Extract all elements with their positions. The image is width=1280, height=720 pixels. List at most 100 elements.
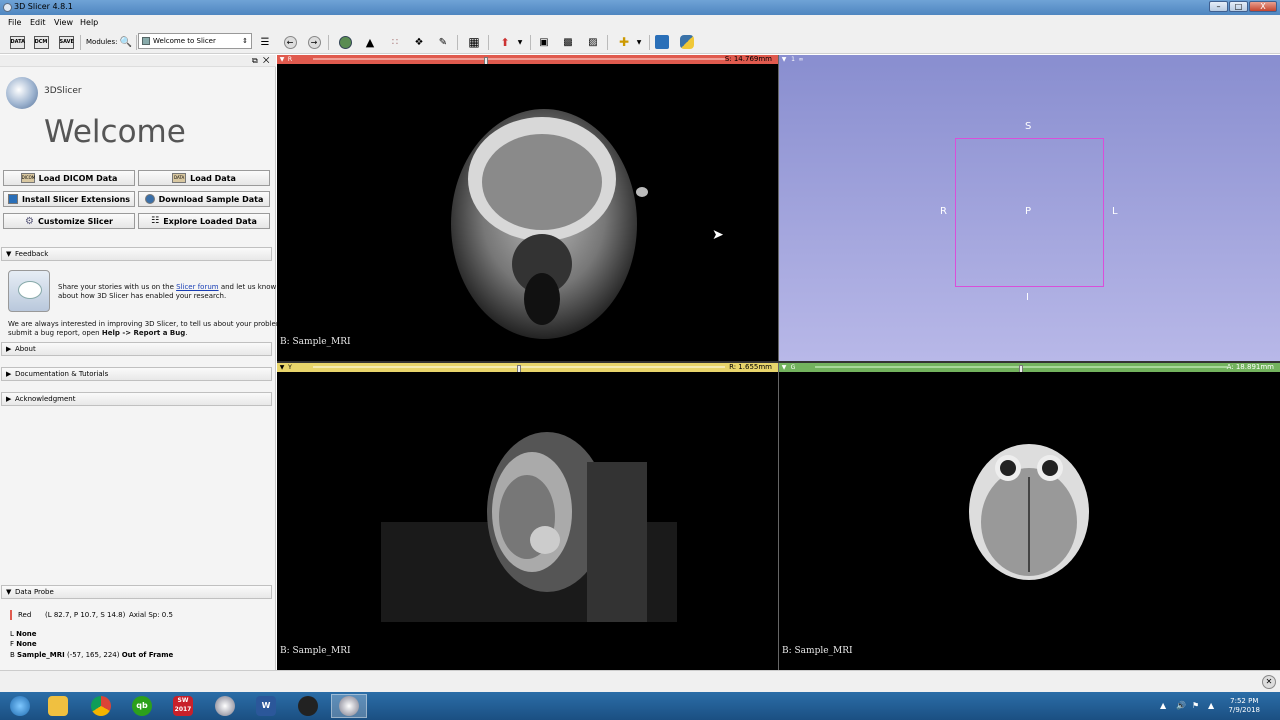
probe-layer-b: B Sample_MRI (-57, 165, 224) Out of Fram…	[10, 651, 174, 659]
pin-icon[interactable]: ▼	[781, 363, 787, 372]
maximize-button[interactable]: □	[1229, 1, 1248, 12]
forward-arrow-icon: →	[307, 35, 321, 49]
load-data-button[interactable]: DATA	[8, 33, 26, 51]
slicer-forum-link[interactable]: Slicer forum	[176, 283, 218, 291]
clock[interactable]: 7:52 PM 7/9/2018	[1229, 697, 1260, 715]
threed-view[interactable]: S I R L P	[779, 64, 1280, 361]
module-models-button[interactable]: ▲	[361, 33, 379, 51]
expand-icon: ▶	[6, 345, 12, 353]
axial-mri-image	[451, 109, 648, 339]
tray-expand-icon[interactable]: ▲	[1160, 701, 1166, 710]
pin-icon[interactable]: ▼	[279, 363, 285, 372]
menu-help[interactable]: Help	[80, 18, 98, 27]
taskbar-solidworks[interactable]: SW 2017	[165, 694, 201, 718]
probe-coords: (L 82.7, P 10.7, S 14.8)	[45, 611, 126, 619]
crosshair-icon: ✚	[618, 35, 630, 49]
mouse-mode-dropdown[interactable]: ▼	[511, 33, 529, 51]
data-probe-header[interactable]: ▼ Data Probe	[1, 585, 272, 599]
crosshair-dropdown[interactable]: ▼	[630, 33, 648, 51]
module-search-button[interactable]: 🔍	[117, 33, 135, 51]
scene-restore-button[interactable]: ▨	[584, 33, 602, 51]
flag-icon[interactable]: ⚑	[1192, 701, 1199, 710]
red-slice-view[interactable]: B: Sample_MRI ➤	[277, 64, 778, 361]
menu-file[interactable]: File	[8, 18, 21, 27]
red-view-controller[interactable]: ▼ R S: 14.769mm	[277, 55, 778, 65]
data-icon: DATA	[9, 35, 25, 49]
yellow-slice-offset: R: 1.655mm	[729, 363, 772, 371]
windows-start-icon	[10, 696, 30, 716]
feedback-section-header[interactable]: ▼ Feedback	[1, 247, 272, 261]
capture-button[interactable]: ▣	[535, 33, 553, 51]
load-dicom-label: Load DICOM Data	[38, 173, 118, 183]
toolbar-separator	[80, 35, 81, 50]
green-slice-slider[interactable]	[815, 365, 1227, 373]
forward-button[interactable]: →	[305, 33, 323, 51]
layout-button[interactable]: ▦	[465, 33, 483, 51]
menu-view[interactable]: View	[54, 18, 73, 27]
save-icon: SAVE	[58, 35, 74, 49]
python-console-button[interactable]	[678, 33, 696, 51]
red-slice-slider[interactable]	[313, 57, 725, 65]
yellow-slice-view[interactable]: B: Sample_MRI	[277, 372, 778, 670]
threed-view-controller[interactable]: ▼ 1 ∞	[779, 55, 1280, 64]
taskbar-slicer-active[interactable]	[331, 694, 367, 718]
back-button[interactable]: ←	[281, 33, 299, 51]
load-data-button[interactable]: DATA Load Data	[138, 170, 270, 186]
dicom-icon: DCM	[33, 35, 49, 49]
red-view-tag: R	[287, 56, 293, 63]
modules-label: Modules:	[86, 38, 118, 46]
docs-section-header[interactable]: ▶ Documentation & Tutorials	[1, 367, 272, 381]
folder-icon	[48, 696, 68, 716]
yellow-view-controller[interactable]: ▼ Y R: 1.655mm	[277, 363, 778, 373]
minimize-button[interactable]: –	[1209, 1, 1228, 12]
acknowledgment-title: Acknowledgment	[15, 395, 76, 403]
green-slice-view[interactable]: B: Sample_MRI	[779, 372, 1280, 670]
network-icon[interactable]: ▲	[1208, 701, 1214, 710]
explore-data-button[interactable]: ☷ Explore Loaded Data	[138, 213, 270, 229]
orientation-r: R	[940, 206, 947, 217]
close-panel-icon[interactable]: ⨉	[263, 56, 269, 66]
green-view-controller[interactable]: ▼ G A: 18.891mm	[779, 363, 1280, 373]
module-history-button[interactable]: ☰	[256, 33, 274, 51]
taskbar-explorer[interactable]	[40, 694, 76, 718]
pin-icon[interactable]: ▼	[279, 55, 285, 64]
taskbar-slicer-alt[interactable]	[207, 694, 243, 718]
undock-icon[interactable]: ⧉	[252, 56, 258, 66]
link-icon[interactable]: ∞	[798, 55, 804, 64]
scene-view-button[interactable]: ▩	[559, 33, 577, 51]
yellow-slice-slider[interactable]	[313, 365, 725, 373]
taskbar-quickbooks[interactable]: qb	[124, 694, 160, 718]
start-button[interactable]	[2, 694, 38, 718]
taskbar-obs[interactable]	[290, 694, 326, 718]
module-transforms-button[interactable]: ∷	[386, 33, 404, 51]
close-button[interactable]: X	[1249, 1, 1277, 12]
view-divider-horizontal[interactable]	[277, 361, 1280, 363]
module-volumes-button[interactable]	[336, 33, 354, 51]
taskbar-word[interactable]: W	[248, 694, 284, 718]
extension-manager-button[interactable]	[653, 33, 671, 51]
pin-icon[interactable]: ▼	[781, 55, 787, 64]
dots-icon: ∷	[391, 36, 399, 48]
menu-edit[interactable]: Edit	[30, 18, 46, 27]
module-markups-button[interactable]: ✎	[434, 33, 452, 51]
module-segment-button[interactable]: ❖	[410, 33, 428, 51]
dicom-button[interactable]: DCM	[32, 33, 50, 51]
install-extensions-label: Install Slicer Extensions	[21, 194, 131, 204]
load-dicom-button[interactable]: DICOM Load DICOM Data	[3, 170, 135, 186]
chevron-down-icon: ▼	[636, 38, 642, 46]
customize-slicer-button[interactable]: ⚙ Customize Slicer	[3, 213, 135, 229]
error-log-icon[interactable]: ✕	[1262, 675, 1276, 689]
acknowledgment-section-header[interactable]: ▶ Acknowledgment	[1, 392, 272, 406]
toolbar-separator	[607, 35, 608, 50]
extensions-icon	[7, 194, 18, 204]
feedback-title: Feedback	[15, 250, 49, 258]
module-selector[interactable]: Welcome to Slicer ⇕	[138, 33, 252, 49]
download-sample-button[interactable]: Download Sample Data	[138, 191, 270, 207]
volume-icon[interactable]: 🔊	[1176, 701, 1186, 710]
about-section-header[interactable]: ▶ About	[1, 342, 272, 356]
orientation-p: P	[1025, 206, 1032, 217]
save-button[interactable]: SAVE	[57, 33, 75, 51]
install-extensions-button[interactable]: Install Slicer Extensions	[3, 191, 135, 207]
arrow-up-icon: ⬆	[500, 35, 510, 49]
taskbar-chrome[interactable]	[83, 694, 119, 718]
